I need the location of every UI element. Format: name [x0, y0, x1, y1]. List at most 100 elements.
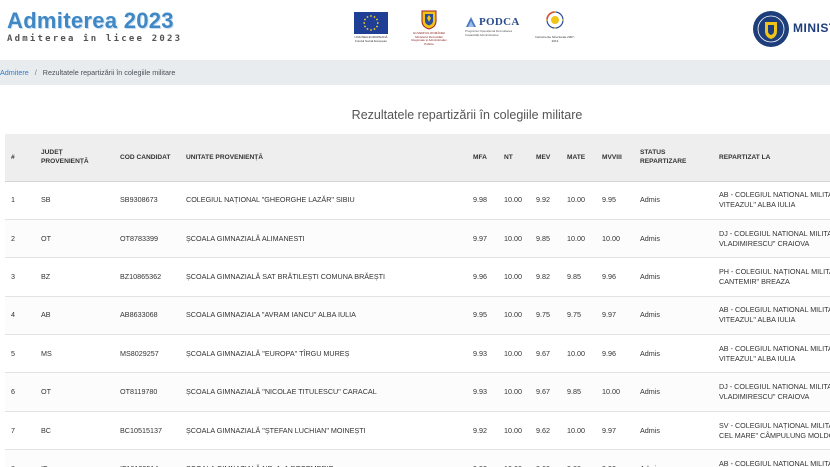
row-index-cell: 6 [5, 372, 35, 412]
unitate-cell: ȘCOALA GIMNAZIALĂ NR. 1, 1 DECEMBRIE [180, 449, 467, 467]
ministry-emblem-icon [752, 10, 790, 48]
mate-cell: 10.00 [561, 181, 596, 220]
repartizat-cell: PH - COLEGIUL NAȚIONAL MILITAR "DIMITRIE… [713, 257, 830, 297]
nt-cell: 10.00 [498, 334, 530, 374]
mate-cell: 9.75 [561, 296, 596, 336]
structural-instruments-logo: Instrumente Structurale 2007-2013 [535, 10, 575, 43]
status-cell: Admis [634, 181, 713, 220]
row-index-cell: 7 [5, 411, 35, 451]
judet-cell: OT [35, 372, 114, 412]
repartizat-cell: AB - COLEGIUL NATIONAL MILITAR "MIHAI VI… [713, 334, 830, 374]
judet-cell: MS [35, 334, 114, 374]
judet-cell: AB [35, 296, 114, 336]
site-subtitle: Admiterea în licee 2023 [7, 34, 183, 44]
row-index-cell: 2 [5, 219, 35, 259]
breadcrumb: Admitere / Rezultatele repartizării în col… [0, 60, 830, 85]
unitate-cell: COLEGIUL NAȚIONAL "GHEORGHE LAZĂR" SIBIU [180, 181, 467, 220]
column-header-unitate[interactable]: UNITATE PROVENIENȚĂ [180, 134, 467, 182]
breadcrumb-home-link[interactable]: Admitere [0, 68, 29, 77]
repartizat-cell: SV - COLEGIUL NAȚIONAL MILITAR "ȘTEFAN C… [713, 411, 830, 451]
table-row: 6 OT OT8119780 ȘCOALA GIMNAZIALĂ "NICOLAE T… [5, 372, 830, 412]
mviii-cell: 9.97 [596, 296, 634, 336]
eu-logo-caption: UNIUNEA EUROPEANĂ Fondul Social European [354, 35, 388, 43]
eu-flag-icon [354, 12, 388, 34]
row-index-cell: 5 [5, 334, 35, 374]
nt-cell: 10.00 [498, 181, 530, 220]
mate-cell: 10.00 [561, 411, 596, 451]
mfa-cell: 9.93 [467, 334, 498, 374]
status-cell: Admis [634, 296, 713, 336]
column-header-mev[interactable]: MEV [530, 134, 561, 182]
nt-cell: 10.00 [498, 449, 530, 467]
mviii-cell: 9.96 [596, 257, 634, 297]
nt-cell: 10.00 [498, 257, 530, 297]
cod-candidat-cell: AB8633068 [114, 296, 180, 336]
site-title[interactable]: Admiterea 2023 [7, 9, 182, 33]
podca-name: PODCA [479, 16, 520, 28]
nt-cell: 10.00 [498, 411, 530, 451]
mev-cell: 9.92 [530, 181, 561, 220]
mev-cell: 9.82 [530, 257, 561, 297]
row-index-cell: 8 [5, 449, 35, 467]
unitate-cell: ȘCOALA GIMNAZIALĂ SAT BRĂTILEȘTI COMUNA … [180, 257, 467, 297]
mev-cell: 9.75 [530, 296, 561, 336]
cod-candidat-cell: SB9308673 [114, 181, 180, 220]
column-header-judet[interactable]: JUDEȚ PROVENIENȚĂ [35, 134, 114, 182]
table-row: 1 SB SB9308673 COLEGIUL NAȚIONAL "GHEORGHE … [5, 181, 830, 220]
repartizat-cell: AB - COLEGIUL NATIONAL MILITAR "MIHAI VI… [713, 449, 830, 467]
cod-candidat-cell: MS8029257 [114, 334, 180, 374]
mate-cell: 9.80 [561, 449, 596, 467]
repartizat-cell: AB - COLEGIUL NATIONAL MILITAR "MIHAI VI… [713, 181, 830, 220]
mviii-cell: 9.96 [596, 334, 634, 374]
mev-cell: 9.60 [530, 449, 561, 467]
column-header-index[interactable]: # [5, 134, 35, 182]
cod-candidat-cell: OT8783399 [114, 219, 180, 259]
mfa-cell: 9.96 [467, 257, 498, 297]
unitate-cell: ȘCOALA GIMNAZIALĂ ALIMANESTI [180, 219, 467, 259]
column-header-mate[interactable]: MATE [561, 134, 596, 182]
judet-cell: SB [35, 181, 114, 220]
unitate-cell: ȘCOALA GIMNAZIALĂ "NICOLAE TITULESCU" CA… [180, 372, 467, 412]
mev-cell: 9.85 [530, 219, 561, 259]
nt-cell: 10.00 [498, 296, 530, 336]
breadcrumb-separator: / [34, 68, 37, 77]
judet-cell: OT [35, 219, 114, 259]
unitate-cell: ȘCOALA GIMNAZIALĂ "EUROPA" TÎRGU MUREȘ [180, 334, 467, 374]
status-cell: Admis [634, 219, 713, 259]
column-header-status[interactable]: STATUS REPARTIZARE [634, 134, 713, 182]
mate-cell: 10.00 [561, 219, 596, 259]
column-header-cod[interactable]: COD CANDIDAT [114, 134, 180, 182]
mev-cell: 9.67 [530, 372, 561, 412]
judet-cell: BC [35, 411, 114, 451]
status-cell: Admis [634, 449, 713, 467]
column-header-mviii[interactable]: MVVIII [596, 134, 634, 182]
table-row: 7 BC BC10515137 ȘCOALA GIMNAZIALĂ "ȘTEFAN L… [5, 411, 830, 451]
column-header-repartizat[interactable]: REPARTIZAT LA [713, 134, 830, 182]
column-header-nt[interactable]: NT [498, 134, 530, 182]
government-logo-caption: GUVERNUL ROMÂNIEI Ministerul Dezvoltării… [411, 31, 447, 46]
results-table-container[interactable]: # JUDEȚ PROVENIENȚĂ COD CANDIDAT UNITATE… [5, 134, 830, 467]
unitate-cell: ȘCOALA GIMNAZIALĂ "ȘTEFAN LUCHIAN" MOINE… [180, 411, 467, 451]
repartizat-cell: DJ - COLEGIUL NATIONAL MILITAR "TUDOR VL… [713, 372, 830, 412]
site-brand[interactable]: Admiterea 2023 Admiterea în licee 2023 [7, 9, 183, 45]
structural-instruments-caption: Instrumente Structurale 2007-2013 [535, 35, 575, 43]
results-table: # JUDEȚ PROVENIENȚĂ COD CANDIDAT UNITATE… [5, 134, 830, 467]
table-row: 2 OT OT8783399 ȘCOALA GIMNAZIALĂ ALIMANESTI… [5, 219, 830, 259]
table-row: 4 AB AB8633068 SCOALA GIMNAZIALA "AVRAM IAN… [5, 296, 830, 336]
cod-candidat-cell: OT8119780 [114, 372, 180, 412]
mate-cell: 10.00 [561, 334, 596, 374]
mev-cell: 9.62 [530, 411, 561, 451]
mviii-cell: 9.92 [596, 449, 634, 467]
column-header-mfa[interactable]: MFA [467, 134, 498, 182]
status-cell: Admis [634, 334, 713, 374]
mviii-cell: 10.00 [596, 219, 634, 259]
status-cell: Admis [634, 257, 713, 297]
government-logo: GUVERNUL ROMÂNIEI Ministerul Dezvoltării… [409, 10, 449, 46]
nt-cell: 10.00 [498, 219, 530, 259]
mfa-cell: 9.92 [467, 449, 498, 467]
mate-cell: 9.85 [561, 257, 596, 297]
status-cell: Admis [634, 411, 713, 451]
repartizat-cell: DJ - COLEGIUL NATIONAL MILITAR "TUDOR VL… [713, 219, 830, 259]
mfa-cell: 9.98 [467, 181, 498, 220]
site-header: Admiterea 2023 Admiterea în licee 2023 U… [0, 0, 830, 58]
